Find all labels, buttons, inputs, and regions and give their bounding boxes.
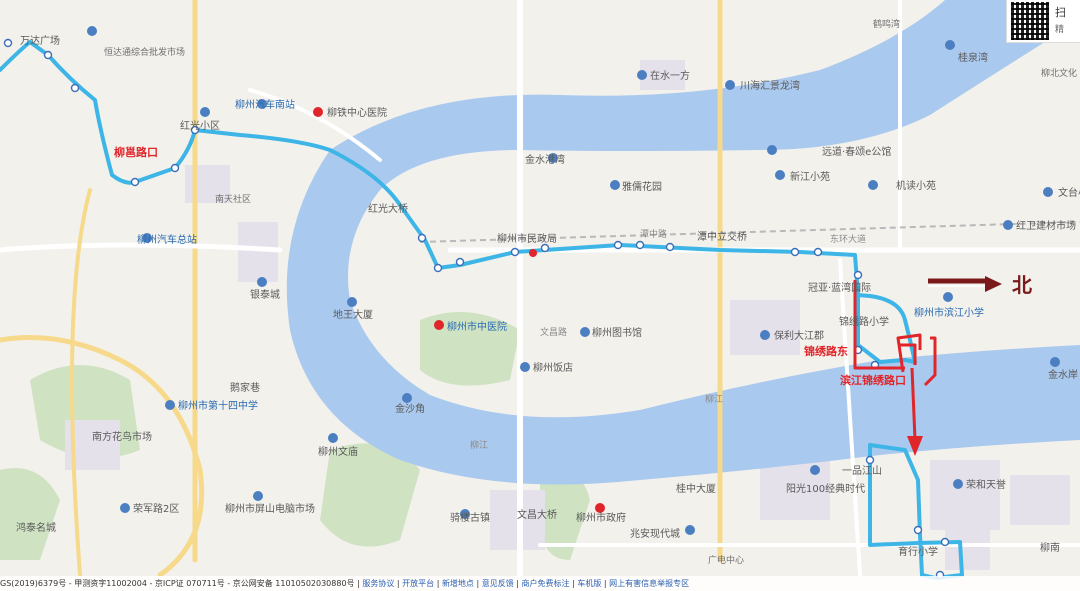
label-jinshui: 金水港湾: [525, 153, 565, 166]
footer-link-feedback[interactable]: 意见反馈: [482, 579, 514, 588]
footer-copyright: GS(2019)6379号 - 甲测资字11002004 - 京ICP证 070…: [0, 579, 233, 588]
label-binjiang-school: 柳州市滨江小学: [914, 306, 984, 319]
label-school14: 柳州市第十四中学: [178, 399, 258, 412]
label-jinxiu-east: 锦绣路东: [804, 344, 848, 358]
label-liubei: 柳北文化: [1041, 67, 1077, 79]
label-guzi: 鹅家巷: [230, 381, 260, 394]
label-guanya: 冠亚·蓝湾国际: [808, 281, 871, 294]
label-yuanjing: 远道·春颂e公馆: [822, 145, 891, 158]
label-jiaotang: 机读小苑: [896, 179, 936, 192]
footer-police: 京公网安备 11010502030880号: [232, 579, 355, 588]
label-diwang: 地王大厦: [333, 308, 373, 321]
label-zaizhongli: 潭中立交桥: [697, 230, 747, 243]
label-road-donghuan: 东环大道: [830, 233, 866, 245]
label-road-wenchang: 文昌路: [540, 326, 567, 338]
label-zaiyi: 在水一方: [650, 69, 690, 82]
label-yaqi: 雅儒花园: [622, 180, 662, 193]
label-yipin: 一品江山: [842, 465, 882, 477]
label-rongcheng: 荣和天誉: [966, 478, 1006, 491]
label-shanzhou: 柳州市屏山电脑市场: [225, 502, 315, 515]
footer-link-open-platform[interactable]: 开放平台: [402, 579, 434, 588]
label-river2: 柳江: [705, 393, 723, 405]
qr-code-icon: [1011, 2, 1049, 40]
label-gov: 柳州市政府: [576, 511, 626, 524]
label-guizhong: 桂中大厦: [676, 482, 716, 495]
label-library: 柳州图书馆: [592, 326, 642, 339]
label-hongguang: 红光小区: [180, 119, 220, 132]
label-guiquan: 桂泉湾: [958, 51, 988, 64]
footer-link-report[interactable]: 网上有害信息举报专区: [609, 579, 689, 588]
label-river1: 柳江: [470, 439, 488, 451]
label-auto-main: 柳州汽车总站: [137, 233, 197, 246]
qr-title: 扫: [1055, 6, 1066, 19]
label-wenhua: 文台小: [1058, 186, 1080, 199]
label-hongtai: 鸿泰名城: [16, 521, 56, 534]
label-chuanhai: 川海汇景龙湾: [740, 79, 800, 92]
label-baoli: 保利大江郡: [774, 329, 824, 342]
label-jinsha: 金沙角: [395, 402, 425, 415]
label-auto-south: 柳州汽车南站: [235, 98, 295, 111]
label-wenchang: 文昌大桥: [517, 508, 557, 521]
label-hongwei: 红卫建材市场: [1016, 219, 1076, 232]
label-xinjiang: 新江小苑: [790, 170, 830, 183]
label-hongguang-bridge: 红光大桥: [368, 202, 408, 215]
label-qilou: 骑楼古镇: [450, 511, 490, 524]
qr-subtitle: 精: [1055, 25, 1065, 35]
label-jinshui-an: 金水岸: [1048, 368, 1078, 381]
map-footer: GS(2019)6379号 - 甲测资字11002004 - 京ICP证 070…: [0, 576, 1080, 591]
label-guangdian: 广电中心: [708, 554, 744, 566]
footer-link-merchant[interactable]: 商户免费标注: [522, 579, 570, 588]
label-liutie-hospital: 柳铁中心医院: [327, 106, 387, 119]
label-nantian: 南天社区: [215, 193, 251, 205]
label-yuhang: 育行小学: [898, 545, 938, 558]
footer-link-service[interactable]: 服务协议: [362, 579, 394, 588]
label-yintai: 银泰城: [250, 288, 280, 301]
label-wanda: 万达广场: [20, 34, 60, 47]
label-rongjun: 荣军路2区: [133, 502, 179, 515]
label-tcm: 柳州市中医院: [447, 320, 507, 333]
label-jinxiu-school: 锦绣路小学: [839, 315, 889, 328]
label-road-tanzhong: 潭中路: [640, 228, 667, 240]
label-nanfang: 南方花鸟市场: [92, 430, 152, 443]
label-lunan: 柳南: [1040, 541, 1060, 554]
qr-code-panel[interactable]: 扫 精: [1006, 0, 1080, 43]
footer-link-car[interactable]: 车机版: [577, 579, 601, 588]
label-wholesale: 恒达通综合批发市场: [104, 46, 185, 58]
label-liuyu: 柳邕路口: [114, 145, 158, 159]
label-hadong: 鹤鸣湾: [873, 18, 900, 30]
label-city-gov: 柳州市民政局: [497, 232, 557, 245]
label-zhaoan: 兆安现代城: [630, 527, 680, 540]
label-jinzhou: 柳州文庙: [318, 445, 358, 458]
north-label: 北: [1012, 273, 1032, 297]
label-yangguang: 阳光100经典时代: [786, 482, 865, 495]
footer-link-add-place[interactable]: 新增地点: [442, 579, 474, 588]
map-canvas[interactable]: 北 万达广场 恒达通综合批发市场 柳邕路口 红光小区 柳州汽车南站 柳铁中心医院…: [0, 0, 1080, 591]
label-binjiang-jinxiu: 滨江锦绣路口: [840, 373, 906, 387]
label-liuzhou-hotel: 柳州饭店: [533, 361, 573, 374]
